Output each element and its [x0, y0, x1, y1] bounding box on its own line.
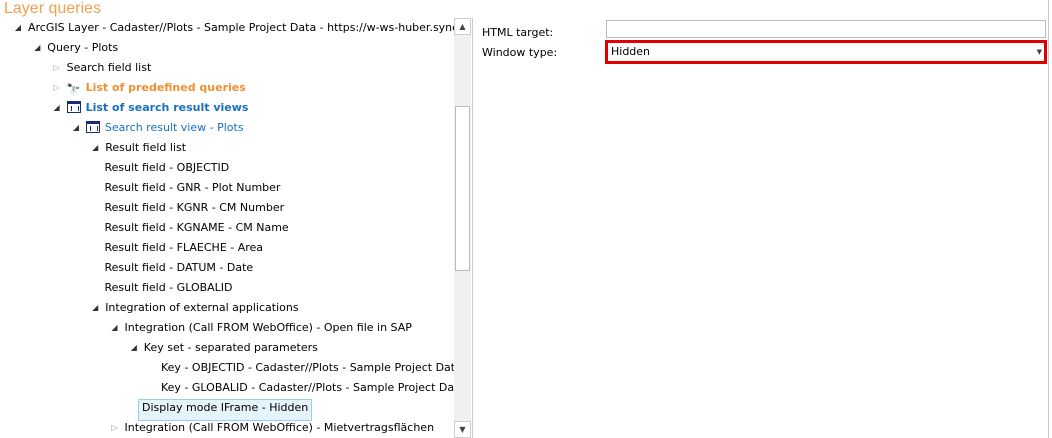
- collapse-arrow-icon[interactable]: ◢: [71, 118, 81, 138]
- table-icon: [66, 101, 81, 113]
- tree-item[interactable]: Key - GLOBALID - Cadaster//Plots - Sampl…: [161, 378, 454, 398]
- tree-item[interactable]: Result field - GNR - Plot Number: [105, 178, 281, 198]
- tree-item[interactable]: ◢ ArcGIS Layer - Cadaster//Plots - Sample…: [15, 18, 454, 38]
- collapse-arrow-icon[interactable]: ◢: [129, 338, 139, 358]
- tree-item-label: Search result view - Plots: [104, 121, 244, 134]
- chevron-down-icon[interactable]: ▼: [1037, 43, 1042, 61]
- tree-item-label: Key - OBJECTID - Cadaster//Plots - Sampl…: [161, 361, 454, 374]
- tree-item-label: Result field - OBJECTID: [104, 161, 230, 174]
- window-type-label: Window type:: [482, 46, 558, 59]
- tree-item-label: Key set - separated parameters: [143, 341, 318, 354]
- tree-item[interactable]: ◢ Search result view - Plots: [73, 118, 244, 138]
- tree-item-label: Result field - DATUM - Date: [104, 261, 254, 274]
- tree-item-label: Integration (Call FROM WebOffice) - Open…: [124, 321, 412, 334]
- tree-item[interactable]: Result field - KGNAME - CM Name: [105, 218, 289, 238]
- tree-item-label: List of predefined queries: [85, 81, 246, 94]
- tree-item-label: Integration of external applications: [105, 301, 299, 314]
- tree-item-label: Result field - KGNR - CM Number: [104, 201, 285, 214]
- tree-item-label: Result field - GNR - Plot Number: [104, 181, 281, 194]
- scroll-down-icon[interactable]: ▼: [454, 421, 471, 438]
- tree-item[interactable]: ▷ Integration (Call FROM WebOffice) - Mie…: [111, 418, 435, 438]
- tree-item-label: Result field - GLOBALID: [104, 281, 233, 294]
- panel-divider: [472, 18, 473, 438]
- tree-item[interactable]: Result field - FLAECHE - Area: [105, 238, 264, 258]
- window-type-select[interactable]: Hidden ▼: [605, 40, 1047, 64]
- tree-item[interactable]: ◢ Result field list: [92, 138, 187, 158]
- tree-item-label: Result field list: [105, 141, 187, 154]
- scroll-up-icon[interactable]: ▲: [454, 18, 471, 35]
- tree-item[interactable]: ◢ Integration of external applications: [92, 298, 299, 318]
- layer-tree[interactable]: ◢ ArcGIS Layer - Cadaster//Plots - Sample…: [0, 18, 454, 438]
- tree-item[interactable]: Result field - OBJECTID: [105, 158, 230, 178]
- collapse-arrow-icon[interactable]: ◢: [90, 298, 100, 318]
- tree-item[interactable]: ◢ Integration (Call FROM WebOffice) - Ope…: [111, 318, 412, 338]
- tree-item-label: Search field list: [66, 61, 152, 74]
- expand-arrow-icon[interactable]: ▷: [52, 78, 62, 98]
- panel-title: Layer queries: [4, 0, 101, 17]
- tree-item[interactable]: ◢ Key set - separated parameters: [131, 338, 318, 358]
- tree-item-label: Display mode IFrame - Hidden: [142, 401, 309, 414]
- tree-item-label: Key - GLOBALID - Cadaster//Plots - Sampl…: [161, 381, 454, 394]
- tree-item[interactable]: Result field - GLOBALID: [105, 278, 233, 298]
- collapse-arrow-icon[interactable]: ◢: [32, 38, 42, 58]
- collapse-arrow-icon[interactable]: ◢: [52, 98, 62, 118]
- tree-item[interactable]: ▷ 🔭 List of predefined queries: [54, 78, 246, 98]
- tree-item-label: Query - Plots: [47, 41, 119, 54]
- collapse-arrow-icon[interactable]: ◢: [13, 18, 23, 38]
- html-target-label: HTML target:: [482, 26, 554, 39]
- panel-border: [1048, 0, 1049, 438]
- collapse-arrow-icon[interactable]: ◢: [110, 318, 120, 338]
- tree-item[interactable]: Key - OBJECTID - Cadaster//Plots - Sampl…: [161, 358, 454, 378]
- tree-item[interactable]: Result field - DATUM - Date: [105, 258, 254, 278]
- tree-item[interactable]: ◢ List of search result views: [54, 98, 249, 118]
- window-type-value: Hidden: [611, 45, 651, 58]
- tree-item-label: ArcGIS Layer - Cadaster//Plots - Sample …: [28, 21, 454, 34]
- tree-item-label: List of search result views: [85, 101, 249, 114]
- tree-item[interactable]: Result field - KGNR - CM Number: [105, 198, 285, 218]
- html-target-input[interactable]: [606, 20, 1046, 38]
- table-icon: [85, 121, 100, 133]
- tree-scrollbar[interactable]: ▲ ▼: [454, 18, 471, 438]
- expand-arrow-icon[interactable]: ▷: [110, 418, 120, 438]
- binoculars-icon: 🔭: [66, 83, 81, 96]
- tree-item-label: Result field - KGNAME - CM Name: [104, 221, 289, 234]
- tree-item[interactable]: ◢ Query - Plots: [34, 38, 119, 58]
- expand-arrow-icon[interactable]: ▷: [52, 58, 62, 78]
- collapse-arrow-icon[interactable]: ◢: [90, 138, 100, 158]
- tree-item[interactable]: ▷ Search field list: [54, 58, 152, 78]
- scroll-thumb[interactable]: [455, 106, 470, 271]
- tree-item-label: Result field - FLAECHE - Area: [104, 241, 264, 254]
- tree-item-label: Integration (Call FROM WebOffice) - Miet…: [124, 421, 435, 434]
